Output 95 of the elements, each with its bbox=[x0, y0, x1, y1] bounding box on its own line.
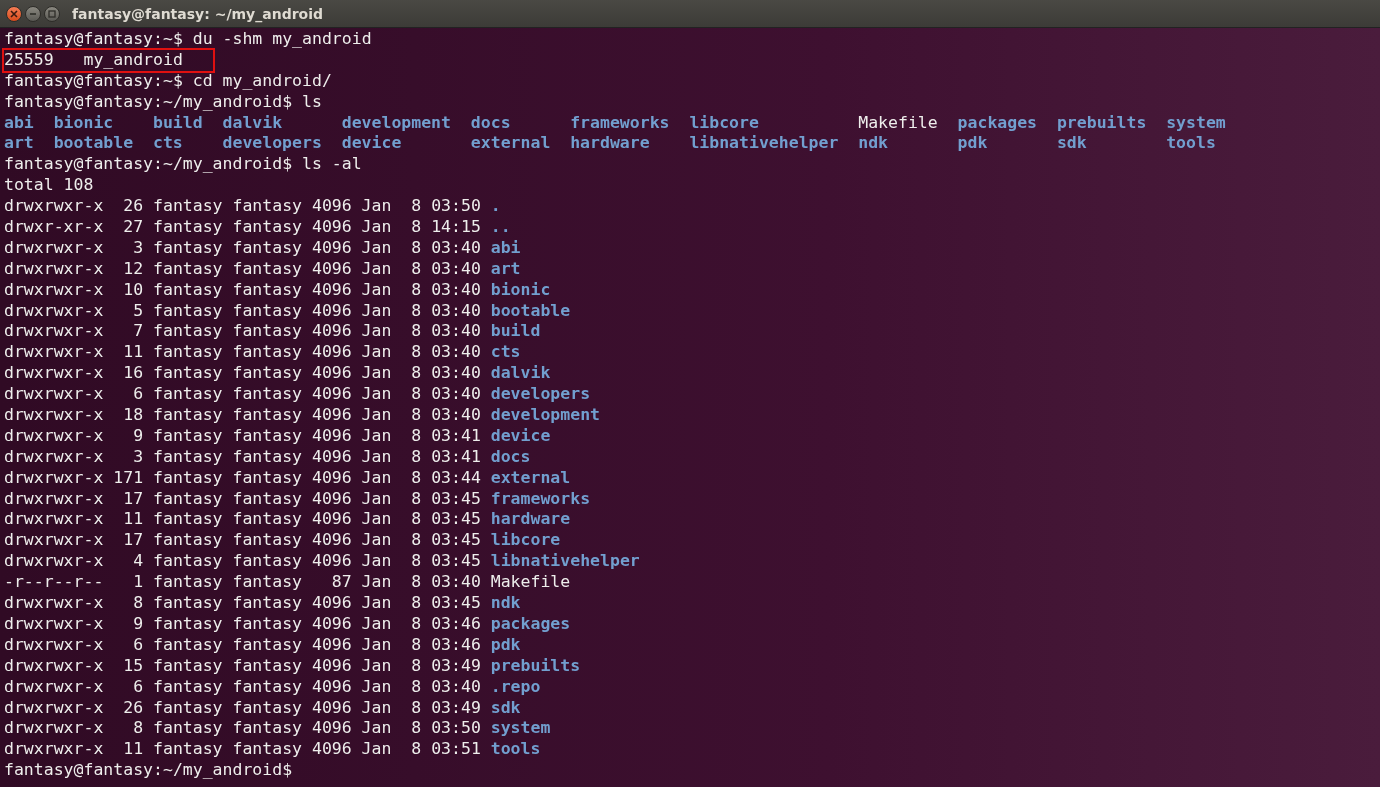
directory-name: pdk bbox=[490, 634, 521, 656]
directory-name: .repo bbox=[490, 676, 541, 698]
minimize-button[interactable] bbox=[25, 5, 41, 22]
file-details: drwxrwxr-x 17 fantasy fantasy 4096 Jan 8 03:45 bbox=[4, 488, 481, 510]
directory-name: abi bbox=[4, 112, 35, 134]
file-details: drwxrwxr-x 6 fantasy fantasy 4096 Jan 8 03:46 bbox=[4, 634, 481, 656]
directory-name: packages bbox=[490, 613, 571, 635]
directory-name: libnativehelper bbox=[490, 551, 640, 573]
command-text: ls -al bbox=[301, 154, 362, 176]
directory-name: libcore bbox=[689, 112, 760, 134]
file-details: drwxr-xr-x 27 fantasy fantasy 4096 Jan 8 14:15 bbox=[4, 217, 481, 238]
file-details: drwxrwxr-x 9 fantasy fantasy 4096 Jan 8 03:46 bbox=[4, 613, 481, 635]
directory-name: developers bbox=[222, 133, 323, 155]
directory-name: dalvik bbox=[490, 363, 551, 385]
directory-name: sdk bbox=[1056, 133, 1088, 155]
file-details: drwxrwxr-x 6 fantasy fantasy 4096 Jan 8 03:40 bbox=[4, 676, 481, 698]
directory-name: art bbox=[4, 133, 35, 155]
file-details: drwxrwxr-x 9 fantasy fantasy 4096 Jan 8 03:41 bbox=[4, 425, 481, 447]
file-details: drwxrwxr-x 11 fantasy fantasy 4096 Jan 8 03:40 bbox=[4, 342, 481, 364]
file-details: drwxrwxr-x 8 fantasy fantasy 4096 Jan 8 03:50 bbox=[4, 718, 481, 740]
directory-name: tools bbox=[490, 739, 541, 761]
close-button[interactable] bbox=[6, 5, 22, 22]
shell-prompt: fantasy@fantasy:~/my_android$ bbox=[4, 760, 293, 782]
shell-prompt: fantasy@fantasy:~/my_android$ bbox=[4, 154, 293, 176]
directory-name: cts bbox=[153, 133, 184, 155]
file-details: drwxrwxr-x 17 fantasy fantasy 4096 Jan 8 03:45 bbox=[4, 530, 481, 552]
directory-name: sdk bbox=[490, 697, 521, 719]
directory-name: build bbox=[490, 321, 541, 343]
file-details: drwxrwxr-x 11 fantasy fantasy 4096 Jan 8 03:45 bbox=[4, 509, 481, 531]
file-details: drwxrwxr-x 10 fantasy fantasy 4096 Jan 8 03:40 bbox=[4, 279, 481, 301]
maximize-button[interactable] bbox=[44, 5, 60, 22]
file-details: drwxrwxr-x 15 fantasy fantasy 4096 Jan 8 03:49 bbox=[4, 655, 481, 677]
directory-name: system bbox=[1166, 112, 1227, 134]
directory-name: docs bbox=[490, 446, 531, 468]
file-details: drwxrwxr-x 12 fantasy fantasy 4096 Jan 8 03:40 bbox=[4, 258, 481, 280]
directory-name: frameworks bbox=[490, 488, 591, 510]
directory-name: build bbox=[153, 112, 204, 134]
directory-name: dalvik bbox=[222, 112, 284, 134]
window-title: fantasy@fantasy: ~/my_android bbox=[72, 5, 323, 22]
file-details: drwxrwxr-x 3 fantasy fantasy 4096 Jan 8 03:40 bbox=[4, 237, 481, 259]
directory-name: ndk bbox=[490, 593, 521, 614]
directory-name: prebuilts bbox=[490, 655, 581, 677]
directory-name: prebuilts bbox=[1056, 112, 1148, 134]
directory-name: developers bbox=[490, 384, 591, 406]
maximize-icon bbox=[48, 9, 56, 18]
directory-name: bootable bbox=[53, 133, 135, 155]
file-details: -r--r--r-- 1 fantasy fantasy 87 Jan 8 03:40 bbox=[4, 572, 481, 594]
file-details: drwxrwxr-x 26 fantasy fantasy 4096 Jan 8 03:50 bbox=[4, 196, 481, 217]
file-details: drwxrwxr-x 18 fantasy fantasy 4096 Jan 8 03:40 bbox=[4, 405, 481, 426]
directory-name: ndk bbox=[858, 133, 890, 155]
file-name: Makefile bbox=[490, 572, 571, 594]
directory-name: external bbox=[490, 467, 571, 489]
directory-name: libcore bbox=[490, 530, 561, 552]
directory-name: external bbox=[470, 133, 552, 155]
file-details: drwxrwxr-x 4 fantasy fantasy 4096 Jan 8 03:45 bbox=[4, 551, 481, 573]
command-output: total 108 bbox=[4, 175, 94, 197]
file-details: drwxrwxr-x 171 fantasy fantasy 4096 Jan 8 03:44 bbox=[4, 467, 481, 489]
file-details: drwxrwxr-x 26 fantasy fantasy 4096 Jan 8 03:49 bbox=[4, 697, 481, 719]
directory-name: system bbox=[490, 718, 551, 740]
file-details: drwxrwxr-x 7 fantasy fantasy 4096 Jan 8 03:40 bbox=[4, 321, 481, 343]
directory-name: art bbox=[490, 258, 521, 280]
command-text: cd my_android/ bbox=[191, 70, 332, 92]
directory-name: libnativehelper bbox=[689, 133, 840, 155]
file-details: drwxrwxr-x 6 fantasy fantasy 4096 Jan 8 03:40 bbox=[4, 384, 481, 406]
shell-prompt: fantasy@fantasy:~$ bbox=[4, 70, 183, 92]
directory-name: abi bbox=[490, 237, 521, 259]
directory-name: . bbox=[490, 196, 501, 217]
directory-name: hardware bbox=[490, 509, 571, 531]
file-details: drwxrwxr-x 11 fantasy fantasy 4096 Jan 8 03:51 bbox=[4, 739, 481, 761]
file-details: drwxrwxr-x 3 fantasy fantasy 4096 Jan 8 03:41 bbox=[4, 446, 481, 468]
directory-name: hardware bbox=[570, 133, 651, 155]
file-name: Makefile bbox=[858, 112, 939, 134]
file-details: drwxrwxr-x 8 fantasy fantasy 4096 Jan 8 03:45 bbox=[4, 593, 481, 614]
directory-name: packages bbox=[957, 112, 1039, 134]
directory-name: pdk bbox=[957, 133, 989, 155]
directory-name: tools bbox=[1166, 133, 1217, 155]
directory-name: device bbox=[341, 133, 403, 155]
shell-prompt: fantasy@fantasy:~/my_android$ bbox=[4, 91, 293, 113]
directory-name: development bbox=[341, 112, 452, 134]
directory-name: docs bbox=[470, 112, 512, 134]
highlighted-output: 25559 my_android bbox=[4, 49, 213, 71]
command-text: ls bbox=[301, 91, 322, 113]
directory-name: device bbox=[490, 425, 551, 447]
directory-name: bionic bbox=[490, 279, 551, 301]
directory-name: frameworks bbox=[570, 112, 671, 134]
shell-prompt: fantasy@fantasy:~$ bbox=[4, 29, 183, 50]
directory-name: development bbox=[490, 405, 601, 426]
command-text: du -shm my_android bbox=[191, 29, 372, 50]
directory-name: cts bbox=[490, 342, 521, 364]
file-details: drwxrwxr-x 16 fantasy fantasy 4096 Jan 8 03:40 bbox=[4, 363, 481, 385]
close-icon bbox=[10, 9, 18, 18]
directory-name: bootable bbox=[490, 300, 571, 322]
directory-name: bionic bbox=[53, 112, 115, 134]
directory-name: .. bbox=[490, 217, 511, 238]
file-details: drwxrwxr-x 5 fantasy fantasy 4096 Jan 8 03:40 bbox=[4, 300, 481, 322]
